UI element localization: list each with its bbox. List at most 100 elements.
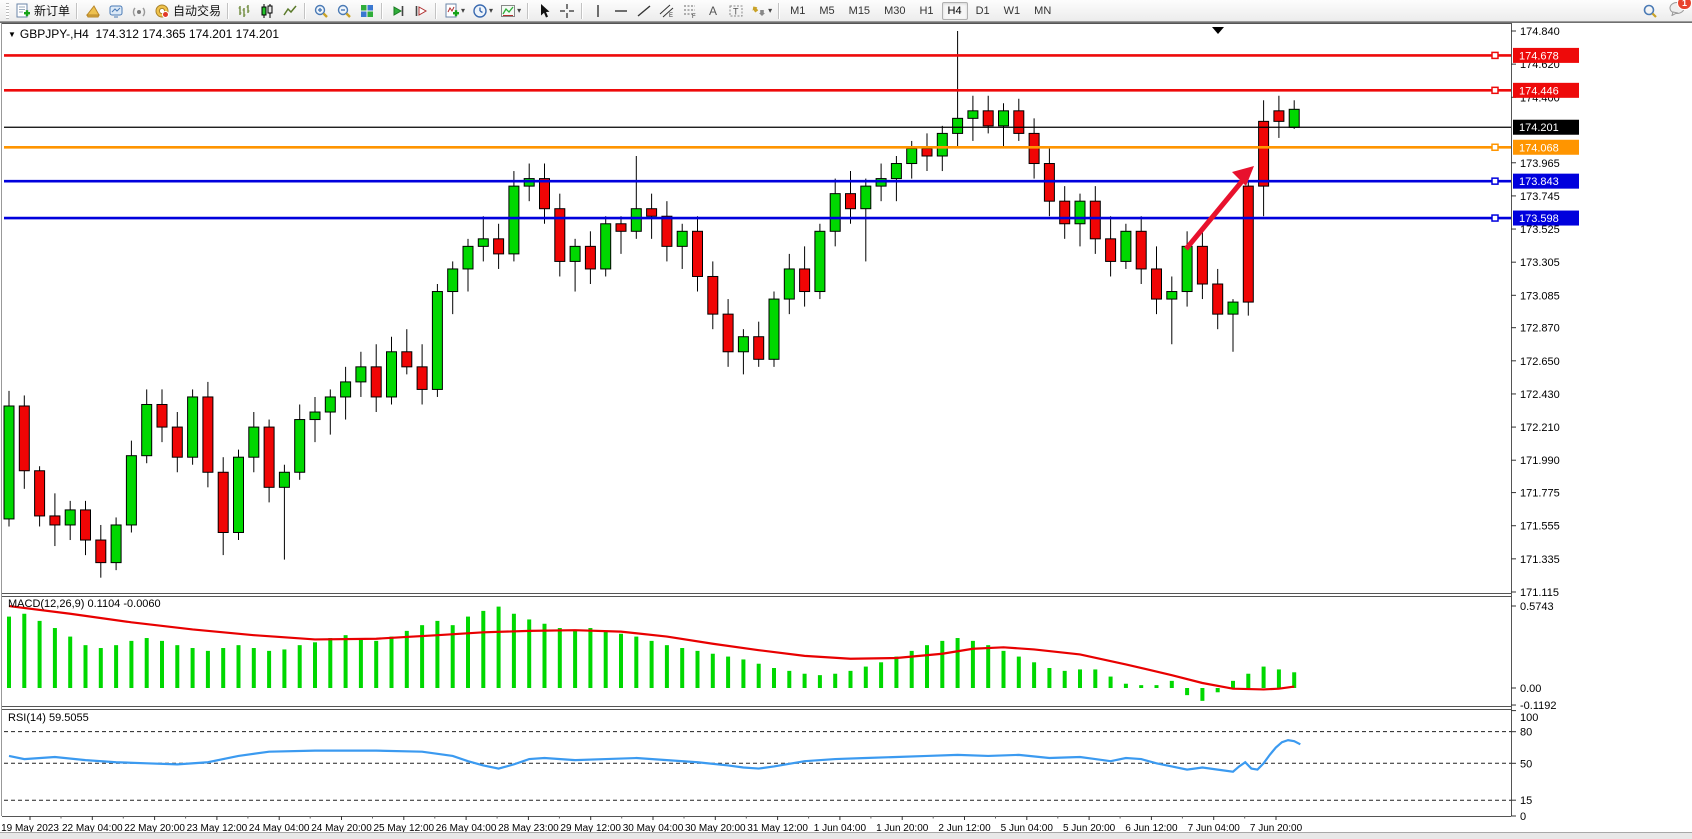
- new-order-button[interactable]: 新订单: [11, 1, 73, 21]
- separator: [227, 3, 229, 19]
- timeframe-h4[interactable]: H4: [942, 2, 968, 20]
- auto-trading-label: 自动交易: [173, 2, 221, 19]
- rsi-indicator-label: RSI(14) 59.5055: [8, 712, 89, 724]
- search-icon[interactable]: [1641, 2, 1658, 19]
- trendline-icon: [635, 2, 652, 19]
- chart-shift-button[interactable]: [409, 1, 432, 21]
- svg-text:171.335: 171.335: [1520, 554, 1560, 566]
- svg-text:173.598: 173.598: [1519, 213, 1559, 225]
- zoom-in-button[interactable]: [309, 1, 332, 21]
- new-order-icon: [14, 2, 31, 19]
- template-icon: [499, 2, 516, 19]
- svg-text:171.115: 171.115: [1520, 587, 1559, 599]
- equidistant-channel-tool[interactable]: E: [655, 1, 678, 21]
- price-level-label: 174.201: [1513, 120, 1579, 135]
- tile-windows-button[interactable]: [355, 1, 378, 21]
- chat-button[interactable]: 1: [1668, 0, 1686, 21]
- cursor-tool-button[interactable]: [532, 1, 555, 21]
- svg-text:100: 100: [1520, 712, 1538, 724]
- price-level-label: 174.446: [1513, 83, 1579, 98]
- cone-icon: [84, 2, 101, 19]
- price-level-label: 173.598: [1513, 211, 1579, 226]
- svg-text:172.210: 172.210: [1520, 422, 1560, 434]
- separator: [527, 3, 529, 19]
- bar-chart-button[interactable]: [232, 1, 255, 21]
- separator: [581, 3, 583, 19]
- price-level-label: 173.843: [1513, 174, 1579, 189]
- horizontal-level-lines[interactable]: [4, 52, 1511, 221]
- svg-text:171.775: 171.775: [1520, 488, 1560, 500]
- separator: [76, 3, 78, 19]
- auto-scroll-button[interactable]: [386, 1, 409, 21]
- svg-text:-0.1192: -0.1192: [1520, 700, 1557, 712]
- macd-indicator-label: MACD(12,26,9) 0.1104 -0.0060: [8, 598, 161, 610]
- crosshair-tool-button[interactable]: [555, 1, 578, 21]
- signal-button[interactable]: [127, 1, 150, 21]
- auto-scroll-icon: [389, 2, 406, 19]
- zoom-out-button[interactable]: [332, 1, 355, 21]
- monitor-icon: [107, 2, 124, 19]
- chart-symbol-title: ▼GBPJPY-,H4 174.312 174.365 174.201 174.…: [8, 27, 279, 41]
- line-chart-button[interactable]: [278, 1, 301, 21]
- new-order-label: 新订单: [34, 2, 70, 19]
- toolbar-grip: [6, 3, 9, 19]
- fibonacci-tool[interactable]: F: [678, 1, 701, 21]
- auto-trading-icon: [153, 2, 170, 19]
- separator: [435, 3, 437, 19]
- cursor-icon: [535, 2, 552, 19]
- svg-text:0.5743: 0.5743: [1520, 601, 1554, 613]
- svg-text:174.678: 174.678: [1519, 50, 1559, 62]
- chart-shift-icon: [412, 2, 429, 19]
- timeframe-m1[interactable]: M1: [784, 2, 811, 20]
- svg-text:E: E: [669, 13, 673, 19]
- svg-text:172.870: 172.870: [1520, 323, 1560, 335]
- periods-button[interactable]: ▾: [468, 1, 496, 21]
- candlestick-chart-button[interactable]: [255, 1, 278, 21]
- templates-button[interactable]: ▾: [496, 1, 524, 21]
- panel-borders: [2, 23, 1512, 817]
- svg-text:174.068: 174.068: [1519, 142, 1559, 154]
- chart-canvas[interactable]: 174.840174.620174.400173.965173.745173.5…: [0, 23, 1692, 834]
- timeframe-d1[interactable]: D1: [970, 2, 996, 20]
- candlestick-series: [4, 31, 1299, 578]
- timeframe-w1[interactable]: W1: [998, 2, 1027, 20]
- text-label-tool[interactable]: T: [724, 1, 747, 21]
- svg-text:0.00: 0.00: [1520, 683, 1541, 695]
- trendline-tool[interactable]: [632, 1, 655, 21]
- quick-trade-button[interactable]: [81, 1, 104, 21]
- notification-badge: 1: [1677, 0, 1692, 10]
- svg-text:173.843: 173.843: [1519, 176, 1559, 188]
- svg-text:15: 15: [1520, 795, 1532, 807]
- svg-text:173.085: 173.085: [1520, 290, 1560, 302]
- svg-text:174.840: 174.840: [1520, 26, 1560, 38]
- zoom-out-icon: [335, 2, 352, 19]
- text-tool[interactable]: A: [701, 1, 724, 21]
- dropdown-caret: ▾: [489, 6, 493, 15]
- timeframe-mn[interactable]: MN: [1028, 2, 1057, 20]
- separator: [778, 3, 780, 19]
- timeframe-h1[interactable]: H1: [913, 2, 939, 20]
- svg-text:50: 50: [1520, 758, 1532, 770]
- dropdown-caret: ▾: [461, 6, 465, 15]
- auto-trading-button[interactable]: 自动交易: [150, 1, 224, 21]
- clock-icon: [471, 2, 488, 19]
- svg-text:T: T: [733, 6, 739, 16]
- svg-text:0: 0: [1520, 811, 1526, 823]
- vertical-line-tool[interactable]: [586, 1, 609, 21]
- collapse-triangle-icon[interactable]: ▼: [8, 30, 16, 39]
- indicators-button[interactable]: ▾: [440, 1, 468, 21]
- timeframe-m30[interactable]: M30: [878, 2, 911, 20]
- horizontal-line-icon: [612, 2, 629, 19]
- timeframe-m5[interactable]: M5: [813, 2, 840, 20]
- channel-icon: E: [658, 2, 675, 19]
- charts-window-button[interactable]: [104, 1, 127, 21]
- text-label-icon: T: [727, 2, 744, 19]
- arrows-icon: [750, 2, 767, 19]
- crosshair-icon: [558, 2, 575, 19]
- arrows-tool[interactable]: ▾: [747, 1, 775, 21]
- timeframe-m15[interactable]: M15: [843, 2, 876, 20]
- horizontal-line-tool[interactable]: [609, 1, 632, 21]
- svg-text:173.525: 173.525: [1520, 224, 1560, 236]
- svg-text:173.305: 173.305: [1520, 257, 1560, 269]
- price-level-label: 174.678: [1513, 48, 1579, 63]
